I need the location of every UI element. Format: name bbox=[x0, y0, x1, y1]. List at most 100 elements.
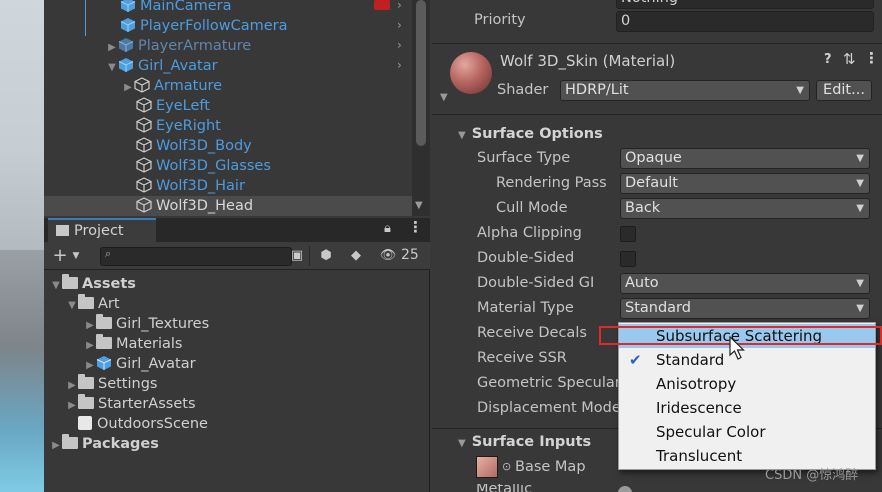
chevron-down-icon: ▼ bbox=[856, 203, 864, 214]
collapse-arrow-icon[interactable]: ▼ bbox=[66, 296, 78, 316]
material-type-dropdown[interactable]: Standard ▼ bbox=[620, 298, 870, 319]
hidden-packages-eye-icon[interactable]: 👁︎ bbox=[377, 247, 399, 265]
rendering-layer-mask-field[interactable]: Nothing bbox=[616, 0, 874, 9]
camera-gizmo-icon bbox=[374, 0, 390, 10]
prefab-cube-icon bbox=[118, 58, 134, 72]
project-tree-settings[interactable]: ▶ Settings bbox=[66, 374, 157, 394]
chevron-right-icon[interactable]: › bbox=[397, 18, 402, 32]
chevron-down-icon: ▼ bbox=[856, 153, 864, 164]
hierarchy-scrollbar[interactable]: ▼ bbox=[412, 0, 430, 216]
hierarchy-item-wolf3d-head[interactable]: Wolf3D_Head bbox=[136, 196, 253, 216]
hierarchy-item-wolf3d-hair[interactable]: Wolf3D_Hair bbox=[136, 176, 245, 196]
project-tree-assets[interactable]: ▼ Assets bbox=[50, 274, 136, 294]
material-preview-sphere bbox=[450, 52, 492, 94]
tab-project[interactable]: Project bbox=[48, 218, 156, 242]
foldout-arrow-icon[interactable]: ▼ bbox=[440, 92, 448, 103]
menu-option-anisotropy[interactable]: Anisotropy bbox=[619, 372, 875, 396]
priority-field[interactable]: 0 bbox=[616, 11, 874, 32]
gameobject-cube-icon bbox=[120, 18, 136, 32]
filter-by-type-icon[interactable]: ⬢ bbox=[316, 247, 336, 265]
scene-view-strip[interactable] bbox=[0, 0, 44, 492]
base-map-texture-thumbnail[interactable] bbox=[476, 456, 498, 478]
receive-decals-label: Receive Decals bbox=[477, 325, 587, 341]
metallic-label: Metallic bbox=[476, 484, 533, 492]
receive-ssr-label: Receive SSR bbox=[477, 350, 567, 366]
search-input[interactable]: ⌕ bbox=[100, 247, 292, 266]
menu-option-iridescence[interactable]: Iridescence bbox=[619, 396, 875, 420]
chevron-down-icon: ▼ bbox=[796, 85, 804, 96]
project-tree-girl-avatar[interactable]: ▶ Girl_Avatar bbox=[84, 354, 196, 374]
collapse-arrow-icon[interactable]: ▼ bbox=[50, 276, 62, 296]
surface-options-header[interactable]: ▼ Surface Options bbox=[432, 123, 882, 145]
lock-icon[interactable]: 🔒︎ bbox=[384, 221, 391, 236]
expand-arrow-icon[interactable]: ▶ bbox=[106, 38, 118, 58]
shader-dropdown[interactable]: HDRP/Lit ▼ bbox=[560, 80, 810, 101]
cull-mode-dropdown[interactable]: Back ▼ bbox=[620, 198, 870, 219]
scroll-down-arrow-icon[interactable]: ▼ bbox=[415, 200, 423, 211]
edit-shader-button[interactable]: Edit... bbox=[816, 80, 872, 101]
double-sided-gi-dropdown[interactable]: Auto ▼ bbox=[620, 273, 870, 294]
project-tree-girl-textures[interactable]: ▶ Girl_Textures bbox=[84, 314, 209, 334]
gameobject-cube-icon bbox=[136, 117, 152, 133]
expand-arrow-icon[interactable]: ▶ bbox=[66, 376, 78, 396]
rendering-pass-dropdown[interactable]: Default ▼ bbox=[620, 173, 870, 194]
gameobject-cube-icon bbox=[134, 77, 150, 93]
hierarchy-item-girl-avatar[interactable]: ▼ Girl_Avatar bbox=[106, 56, 218, 76]
project-toolbar: + ▼ ⌕ ▣ ⬢ ◆ 👁︎ 25 bbox=[44, 242, 430, 270]
chevron-down-icon[interactable]: ▼ bbox=[66, 247, 86, 265]
expand-arrow-icon[interactable]: ▶ bbox=[84, 356, 96, 376]
expand-arrow-icon[interactable]: ▶ bbox=[84, 336, 96, 356]
hierarchy-item-armature[interactable]: ▶ Armature bbox=[122, 76, 222, 96]
alpha-clipping-checkbox[interactable] bbox=[620, 226, 636, 242]
hierarchy-item-player-armature[interactable]: ▶ PlayerArmature bbox=[106, 36, 251, 56]
prefab-cube-icon bbox=[118, 38, 134, 52]
collapse-arrow-icon[interactable]: ▼ bbox=[106, 58, 118, 78]
hierarchy-panel: MainCamera PlayerFollowCamera ▶ PlayerArm… bbox=[44, 0, 430, 216]
material-title: Wolf 3D_Skin (Material) bbox=[500, 52, 676, 70]
gameobject-cube-icon bbox=[136, 97, 152, 113]
search-by-type-icon[interactable]: ▣ bbox=[287, 247, 307, 265]
folder-icon bbox=[56, 225, 69, 236]
surface-type-dropdown[interactable]: Opaque ▼ bbox=[620, 148, 870, 169]
hierarchy-item-player-follow-camera[interactable]: PlayerFollowCamera bbox=[120, 16, 288, 36]
project-tree-materials[interactable]: ▶ Materials bbox=[84, 334, 182, 354]
preset-sliders-icon[interactable]: ⇅ bbox=[843, 50, 856, 68]
chevron-down-icon: ▼ bbox=[856, 178, 864, 189]
double-sided-checkbox[interactable] bbox=[620, 251, 636, 267]
project-tree-outdoors-scene[interactable]: OutdoorsScene bbox=[78, 414, 208, 434]
menu-option-specular-color[interactable]: Specular Color bbox=[619, 420, 875, 444]
project-tree-starter-assets[interactable]: ▶ StarterAssets bbox=[66, 394, 196, 414]
gameobject-cube-icon bbox=[136, 137, 152, 153]
label-tag-icon[interactable]: ◆ bbox=[346, 247, 366, 265]
hierarchy-item-wolf3d-glasses[interactable]: Wolf3D_Glasses bbox=[136, 156, 271, 176]
metallic-label-clip: Metallic bbox=[476, 484, 546, 492]
project-tree-art[interactable]: ▼ Art bbox=[66, 294, 120, 314]
folder-icon bbox=[96, 314, 112, 329]
hierarchy-item-main-camera[interactable]: MainCamera bbox=[120, 0, 232, 16]
folder-open-icon bbox=[78, 294, 94, 309]
chevron-right-icon[interactable]: › bbox=[397, 58, 402, 72]
project-tree-packages[interactable]: ▶ Packages bbox=[50, 434, 159, 454]
folder-icon bbox=[78, 394, 94, 409]
scrollbar-thumb[interactable] bbox=[416, 0, 426, 146]
cull-mode-label: Cull Mode bbox=[496, 200, 568, 216]
chevron-right-icon[interactable]: › bbox=[397, 0, 402, 12]
hierarchy-item-eye-right[interactable]: EyeRight bbox=[136, 116, 221, 136]
object-picker-icon[interactable]: ⊙ bbox=[502, 460, 511, 473]
metallic-slider-thumb[interactable] bbox=[618, 486, 632, 492]
kebab-menu-icon[interactable]: ⋮ bbox=[864, 49, 879, 67]
surface-type-label: Surface Type bbox=[477, 150, 571, 166]
hierarchy-item-eye-left[interactable]: EyeLeft bbox=[136, 96, 210, 116]
project-tab-bar: Project 🔒︎ ⋮ bbox=[44, 218, 430, 242]
project-panel: Project 🔒︎ ⋮ + ▼ ⌕ ▣ ⬢ ◆ 👁︎ 25 ▼ Assets ▼… bbox=[44, 218, 430, 492]
help-icon[interactable]: ? bbox=[824, 52, 832, 67]
kebab-menu-icon[interactable]: ⋮ bbox=[408, 218, 423, 236]
scene-unity-icon bbox=[78, 416, 92, 430]
expand-arrow-icon[interactable]: ▶ bbox=[84, 316, 96, 336]
watermark-text: CSDN @惊鸿醉 bbox=[765, 468, 859, 483]
expand-arrow-icon[interactable]: ▶ bbox=[50, 436, 62, 456]
expand-arrow-icon[interactable]: ▶ bbox=[66, 396, 78, 416]
expand-arrow-icon[interactable]: ▶ bbox=[122, 78, 134, 98]
hierarchy-item-wolf3d-body[interactable]: Wolf3D_Body bbox=[136, 136, 252, 156]
chevron-right-icon[interactable]: › bbox=[397, 38, 402, 52]
